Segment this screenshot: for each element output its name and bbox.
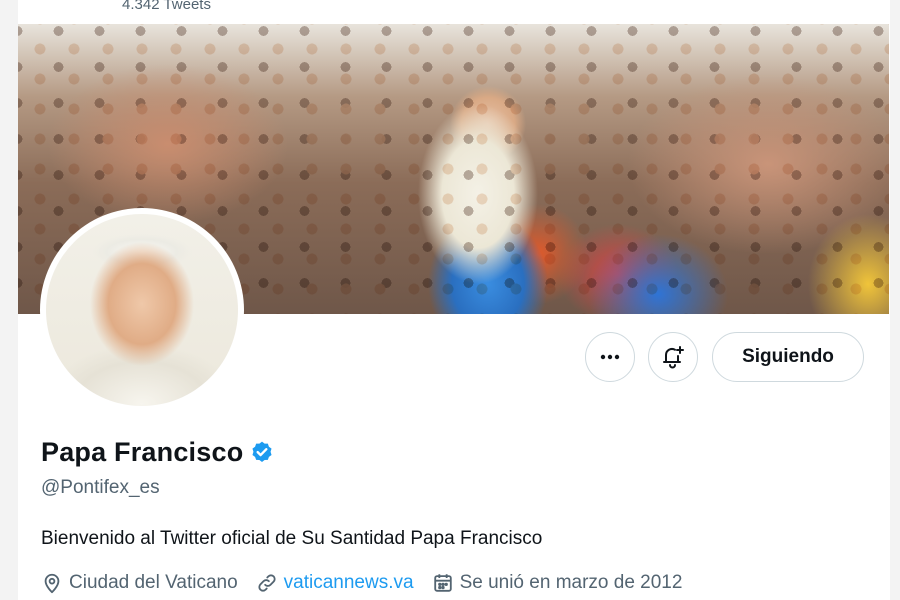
avatar-photo bbox=[46, 214, 238, 406]
location-item: Ciudad del Vaticano bbox=[41, 572, 238, 594]
website-link[interactable]: vaticannews.va bbox=[284, 572, 414, 594]
website-item: vaticannews.va bbox=[256, 572, 414, 594]
location-pin-icon bbox=[44, 573, 60, 594]
more-options-button[interactable] bbox=[585, 332, 635, 382]
profile-bio: Bienvenido al Twitter oficial de Su Sant… bbox=[41, 528, 543, 549]
verified-badge-icon[interactable] bbox=[249, 440, 275, 466]
joined-item: Se unió en marzo de 2012 bbox=[432, 572, 683, 594]
profile-avatar[interactable] bbox=[40, 208, 244, 412]
joined-date-text: Se unió en marzo de 2012 bbox=[459, 572, 683, 593]
profile-display-name: Papa Francisco bbox=[41, 437, 244, 467]
link-icon bbox=[258, 574, 276, 592]
bell-plus-icon bbox=[663, 346, 684, 369]
following-button[interactable]: Siguiendo bbox=[712, 332, 864, 382]
calendar-icon bbox=[433, 574, 452, 592]
location-text: Ciudad del Vaticano bbox=[69, 572, 238, 593]
profile-handle: @Pontifex_es bbox=[41, 477, 160, 498]
ellipsis-icon bbox=[600, 354, 620, 360]
tweets-count: 4.342 Tweets bbox=[122, 0, 211, 13]
profile-name-row: Papa Francisco bbox=[41, 437, 275, 468]
notifications-button[interactable] bbox=[648, 332, 698, 382]
profile-meta-row: Ciudad del Vaticano vaticannews.va Se un… bbox=[41, 572, 700, 594]
